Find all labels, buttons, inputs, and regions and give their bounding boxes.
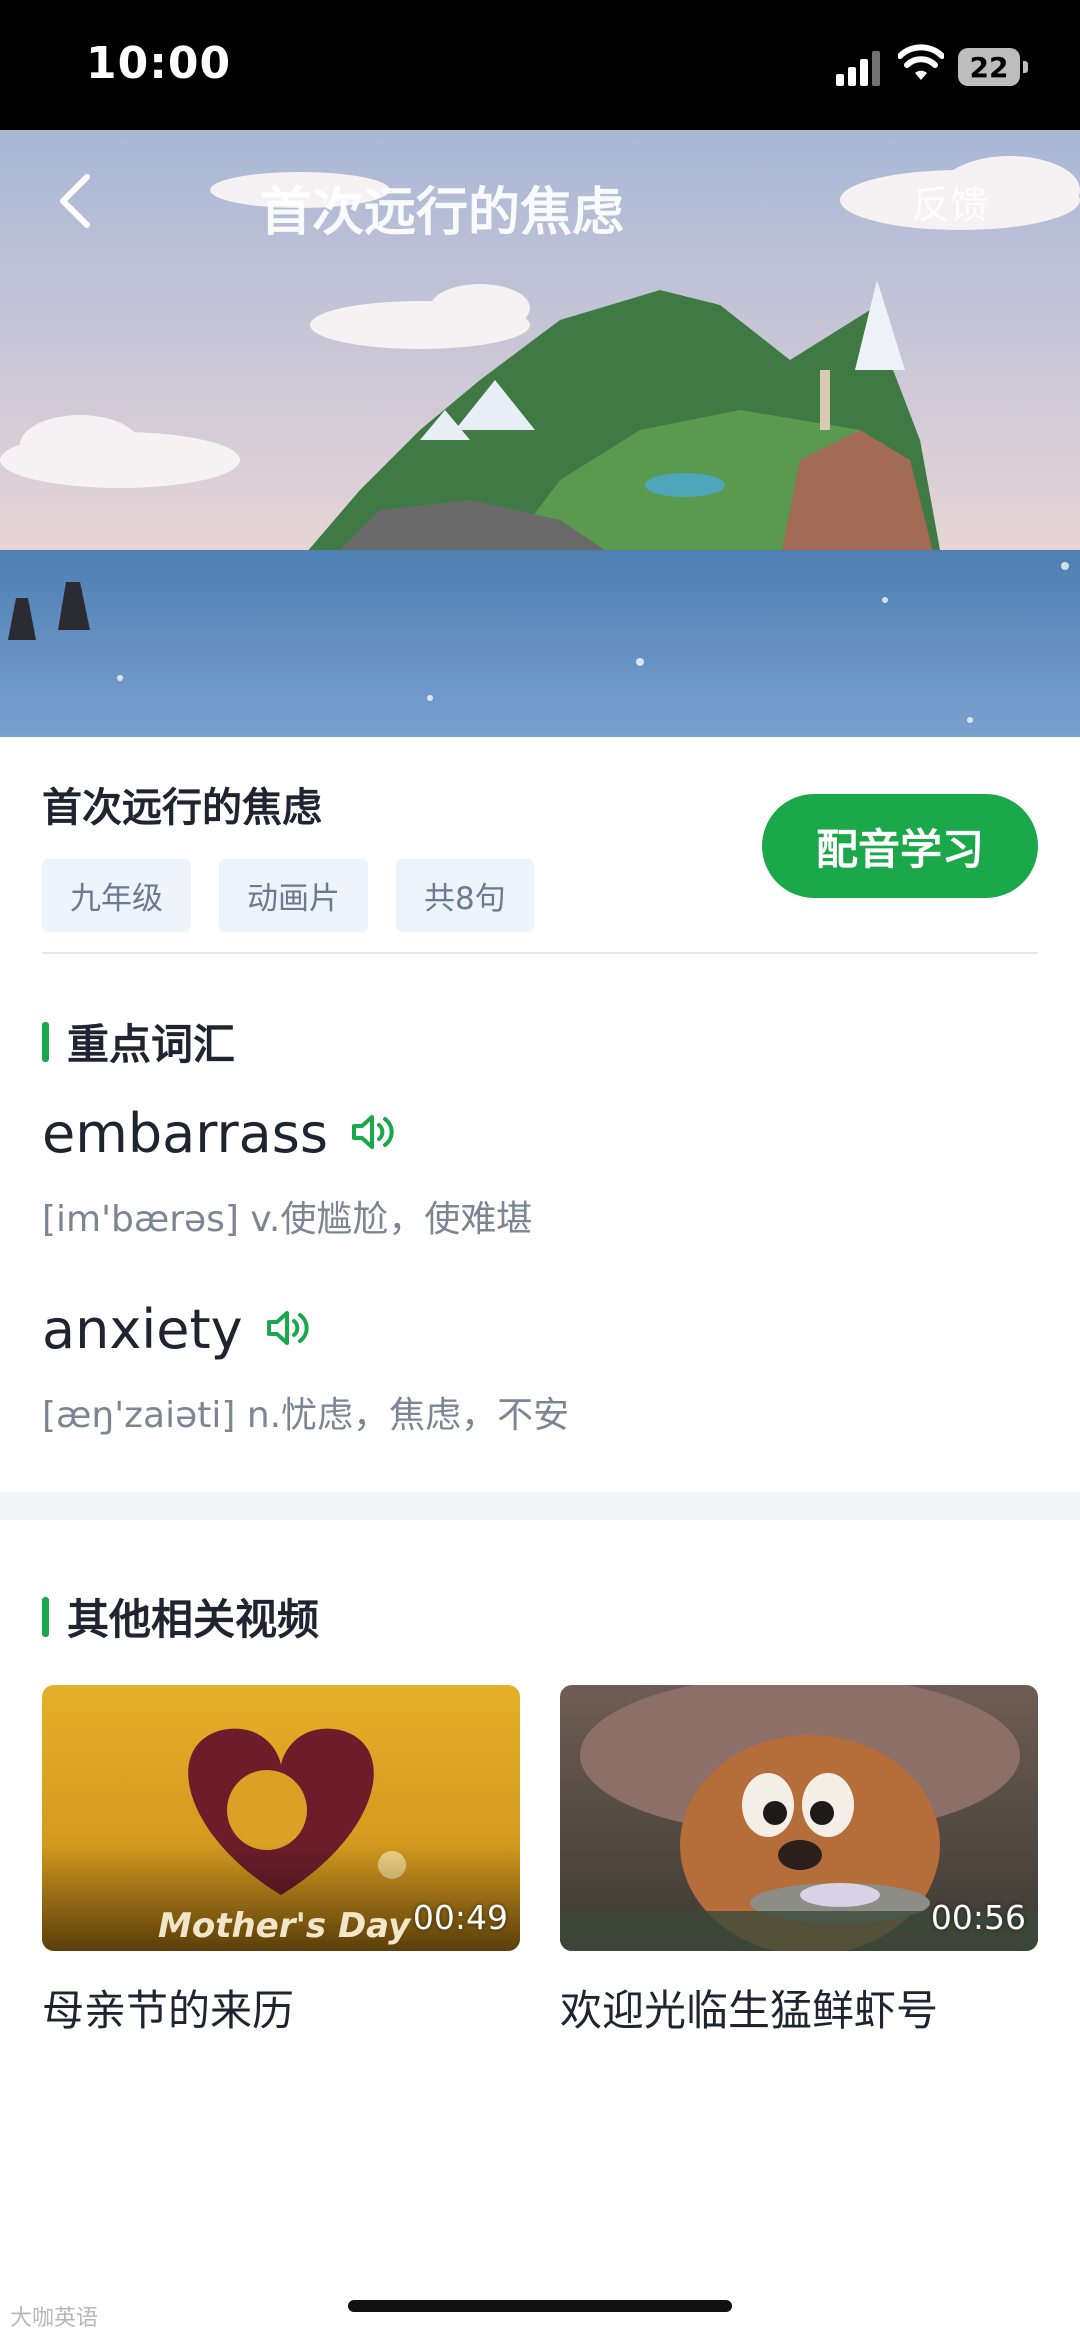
battery-icon: 22 (958, 48, 1028, 86)
speaker-icon[interactable] (265, 1307, 313, 1353)
vocab-definition: [æŋ'zaiəti] n.忧虑，焦虑，不安 (42, 1395, 570, 1436)
related-video-title[interactable]: 欢迎光临生猛鲜虾号 (560, 1977, 1038, 2038)
vocab-word: anxiety (42, 1298, 243, 1361)
dub-learning-button[interactable]: 配音学习 (762, 794, 1038, 898)
related-video-card[interactable]: Mother's Day 00:49 母亲节的来历 (42, 1685, 520, 2038)
section-title: 其他相关视频 (67, 1595, 320, 1644)
divider (42, 952, 1038, 954)
section-title: 重点词汇 (67, 1020, 236, 1069)
page-title: 首次远行的焦虑 (260, 183, 625, 243)
vocab-word-row: anxiety (42, 1298, 313, 1361)
status-time: 10:00 (86, 38, 232, 89)
tag-grade: 九年级 (42, 859, 191, 932)
video-player[interactable]: 首次远行的焦虑 反馈 (0, 130, 1080, 737)
video-duration: 00:56 (930, 1898, 1026, 1937)
section-accent-bar (42, 1596, 49, 1637)
vocab-word-row: embarrass (42, 1102, 398, 1165)
related-video-card[interactable]: 00:56 欢迎光临生猛鲜虾号 (560, 1685, 1038, 2038)
back-button[interactable] (40, 166, 110, 236)
vocab-definition: [im'bærəs] v.使尴尬，使难堪 (42, 1199, 533, 1240)
related-video-title[interactable]: 母亲节的来历 (42, 1977, 520, 2038)
video-thumbnail[interactable]: Mother's Day 00:49 (42, 1685, 520, 1951)
home-indicator[interactable] (348, 2300, 732, 2312)
feedback-button[interactable]: 反馈 (912, 174, 988, 229)
video-duration: 00:49 (412, 1898, 508, 1937)
wifi-icon (897, 44, 945, 88)
tag-category: 动画片 (219, 859, 368, 932)
section-accent-bar (42, 1021, 49, 1062)
status-bar: 10:00 22 (0, 0, 1080, 130)
speaker-icon[interactable] (350, 1111, 398, 1157)
section-header-related: 其他相关视频 (42, 1586, 319, 1647)
tag-sentence-count: 共8句 (396, 859, 534, 932)
section-header-vocab: 重点词汇 (42, 1011, 235, 1072)
video-thumbnail[interactable]: 00:56 (560, 1685, 1038, 1951)
section-separator (0, 1492, 1080, 1520)
watermark: 大咖英语 (10, 2306, 99, 2331)
thumbnail-overlay-text: Mother's Day (158, 1906, 412, 1946)
signal-icon (836, 50, 880, 86)
chevron-left-icon (60, 174, 90, 228)
vocab-word: embarrass (42, 1102, 329, 1165)
